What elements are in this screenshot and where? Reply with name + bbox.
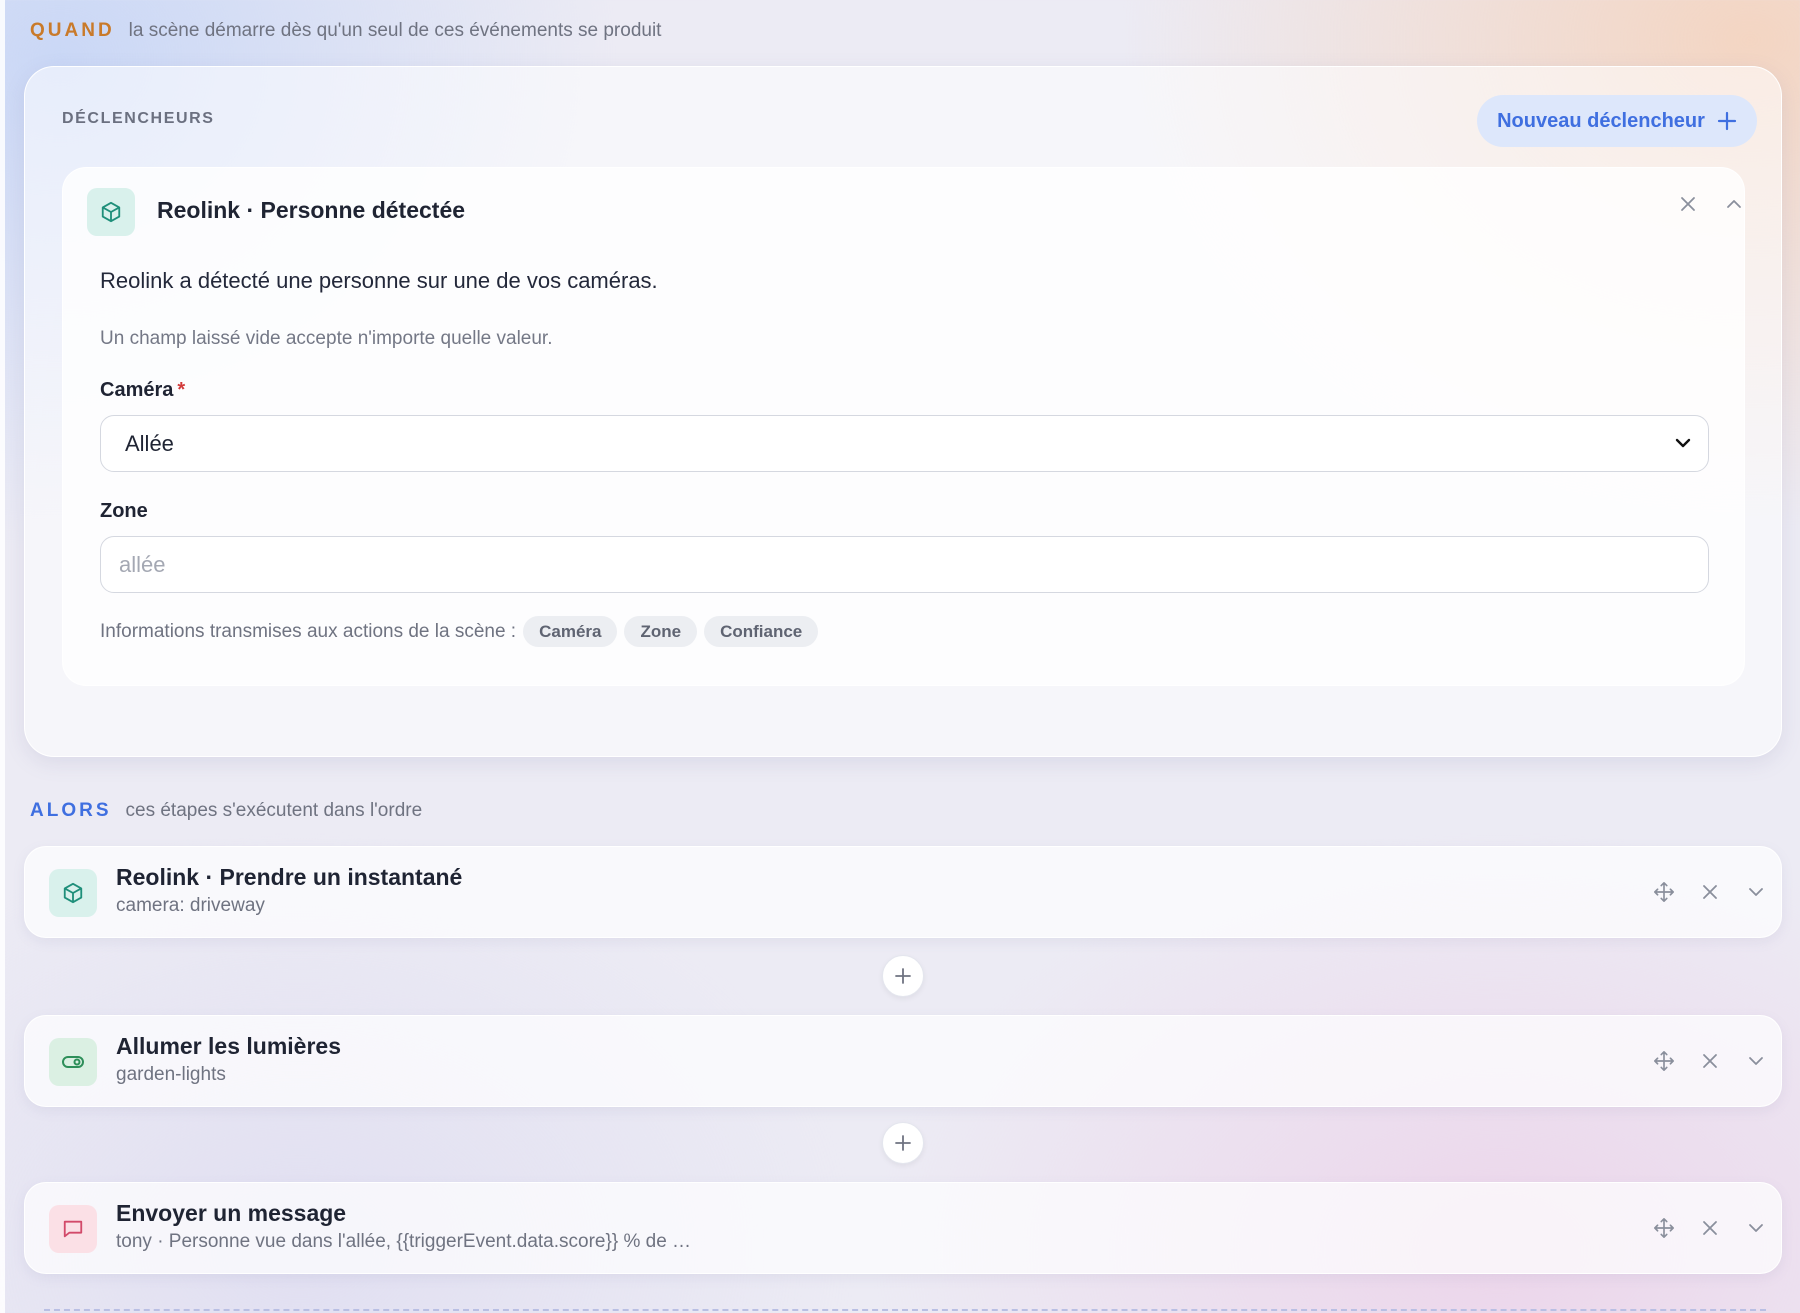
move-icon: [1654, 882, 1674, 902]
triggers-panel: DÉCLENCHEURS Nouveau déclencheur Reolink…: [24, 66, 1782, 757]
then-header: ALORS ces étapes s'exécutent dans l'ordr…: [30, 800, 422, 822]
remove-step-button[interactable]: [1695, 1213, 1725, 1243]
step-subtitle: garden-lights: [116, 1064, 226, 1085]
passed-info-label: Informations transmises aux actions de l…: [100, 620, 517, 642]
then-description: ces étapes s'exécutent dans l'ordre: [125, 800, 423, 821]
remove-trigger-button[interactable]: [1673, 189, 1703, 219]
camera-label-text: Caméra: [100, 379, 174, 401]
close-icon: [1703, 1054, 1717, 1068]
camera-select-value: Allée: [125, 430, 174, 456]
zone-input[interactable]: [100, 536, 1709, 593]
required-mark: *: [177, 379, 186, 401]
when-description: la scène démarre dès qu'un seul de ces é…: [128, 20, 662, 41]
drag-handle[interactable]: [1649, 1213, 1679, 1243]
trigger-title: Reolink · Personne détectée: [157, 197, 466, 223]
add-step-button[interactable]: [882, 955, 924, 997]
drag-handle[interactable]: [1649, 1046, 1679, 1076]
remove-step-button[interactable]: [1695, 877, 1725, 907]
chevron-down-icon: [1749, 888, 1763, 896]
trigger-card: Reolink · Personne détectée Reolink a dé…: [62, 167, 1745, 686]
chip-confidence: Confiance: [704, 616, 819, 647]
plus-icon: [895, 1135, 911, 1151]
collapse-trigger-button[interactable]: [1719, 189, 1749, 219]
chevron-down-icon: [1749, 1057, 1763, 1065]
plus-icon: [895, 968, 911, 984]
trigger-hint: Un champ laissé vide accepte n'importe q…: [100, 328, 553, 349]
when-header: QUAND la scène démarre dès qu'un seul de…: [30, 20, 661, 42]
step-subtitle: tony · Personne vue dans l'allée, {{trig…: [116, 1231, 692, 1252]
plus-icon: [1717, 111, 1737, 131]
when-keyword: QUAND: [30, 20, 115, 41]
trigger-description: Reolink a détecté une personne sur une d…: [100, 268, 658, 293]
new-trigger-label: Nouveau déclencheur: [1497, 109, 1705, 132]
expand-step-button[interactable]: [1741, 877, 1771, 907]
move-icon: [1654, 1051, 1674, 1071]
expand-step-button[interactable]: [1741, 1046, 1771, 1076]
left-edge: [0, 0, 5, 1313]
chevron-up-icon: [1727, 200, 1741, 208]
chevron-down-icon: [1675, 438, 1691, 448]
step-card[interactable]: Envoyer un message tony · Personne vue d…: [24, 1182, 1782, 1274]
step-title: Envoyer un message: [116, 1200, 347, 1226]
drop-zone-edge: [44, 1309, 1766, 1313]
step-subtitle: camera: driveway: [116, 895, 265, 916]
then-keyword: ALORS: [30, 800, 112, 821]
camera-field-label: Caméra *: [100, 379, 185, 402]
step-card[interactable]: Allumer les lumières garden-lights: [24, 1015, 1782, 1107]
new-trigger-button[interactable]: Nouveau déclencheur: [1477, 95, 1757, 147]
step-title: Allumer les lumières: [116, 1033, 341, 1059]
remove-step-button[interactable]: [1695, 1046, 1725, 1076]
close-icon: [1703, 1221, 1717, 1235]
move-icon: [1654, 1218, 1674, 1238]
cube-icon: [49, 869, 97, 917]
toggle-icon: [49, 1038, 97, 1086]
cube-icon: [87, 188, 135, 236]
zone-label-text: Zone: [100, 500, 148, 522]
close-icon: [1681, 197, 1695, 211]
chip-zone: Zone: [624, 616, 698, 647]
close-icon: [1703, 885, 1717, 899]
triggers-panel-title: DÉCLENCHEURS: [62, 110, 215, 127]
passed-info-row: Informations transmises aux actions de l…: [100, 616, 819, 647]
drag-handle[interactable]: [1649, 877, 1679, 907]
zone-field-label: Zone: [100, 500, 148, 523]
chevron-down-icon: [1749, 1224, 1763, 1232]
step-card[interactable]: Reolink · Prendre un instantané camera: …: [24, 846, 1782, 938]
message-icon: [49, 1205, 97, 1253]
expand-step-button[interactable]: [1741, 1213, 1771, 1243]
chip-camera: Caméra: [523, 616, 618, 647]
camera-select[interactable]: Allée: [100, 415, 1709, 472]
add-step-button[interactable]: [882, 1122, 924, 1164]
step-title: Reolink · Prendre un instantané: [116, 864, 463, 890]
